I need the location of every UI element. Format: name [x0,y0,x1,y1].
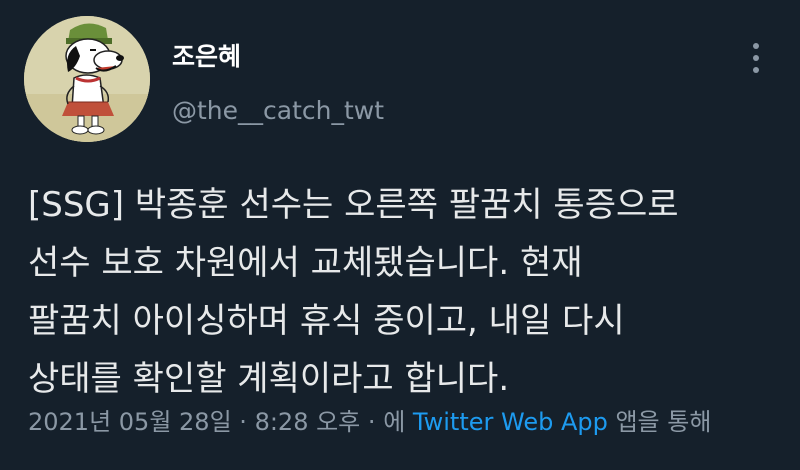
meta-separator: · [239,408,247,436]
display-name[interactable]: 조은혜 [172,40,241,74]
more-options-button[interactable] [736,38,776,78]
via-suffix: 앱을 통해 [615,408,712,436]
tweet-metadata: 2021년 05월 28일 · 8:28 오후 · 에 Twitter Web … [28,404,711,440]
via-prefix: 에 [383,408,406,436]
more-vertical-icon [753,43,759,73]
meta-separator: · [367,408,376,436]
tweet-source-link[interactable]: Twitter Web App [413,408,608,436]
tweet-text: [SSG] 박종훈 선수는 오른쪽 팔꿈치 통증으로 선수 보호 차원에서 교체… [28,185,679,399]
tweet-card: 조은혜 @the__catch_twt [SSG] 박종훈 선수는 오른쪽 팔꿈… [0,0,800,470]
tweet-time[interactable]: 8:28 오후 [255,408,361,436]
avatar[interactable] [24,16,150,142]
tweet-date[interactable]: 2021년 05월 28일 [28,408,232,436]
snoopy-avatar-image [24,16,150,142]
user-handle[interactable]: @the__catch_twt [172,94,384,128]
